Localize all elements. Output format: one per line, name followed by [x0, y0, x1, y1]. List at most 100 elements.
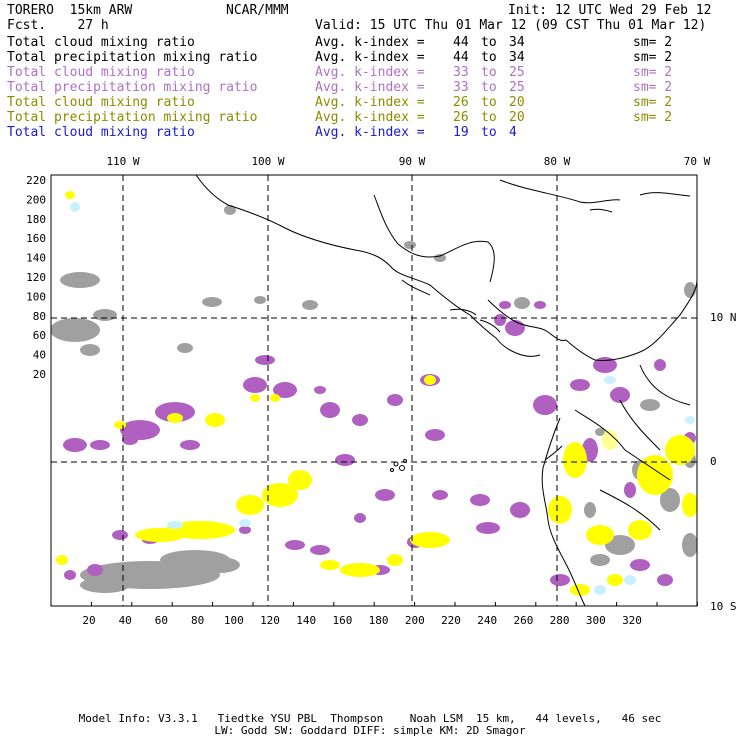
purple-cloud-patch: [657, 574, 673, 586]
x-tick-label: 120: [260, 614, 280, 627]
legend-sm: sm= 2: [633, 65, 673, 80]
gray-cloud-patch: [51, 318, 100, 342]
x-tick-label: 40: [119, 614, 132, 627]
purple-cloud-patch: [239, 526, 251, 534]
gray-cloud-patch: [177, 343, 193, 353]
legend-v2: 4: [509, 125, 517, 140]
south-america-coastline: [565, 279, 697, 361]
legend-v1: 19: [453, 125, 469, 140]
yellow-cloud-patch: [236, 495, 264, 515]
init-time: Init: 12 UTC Wed 29 Feb 12: [508, 3, 712, 18]
purple-cloud-patch: [499, 301, 511, 309]
light-blue-cloud-patch: [624, 575, 636, 585]
legend-to: to: [481, 125, 497, 140]
x-tick-label: 260: [513, 614, 533, 627]
purple-cloud-patch: [90, 440, 110, 450]
legend-to: to: [481, 35, 497, 50]
purple-cloud-patch: [550, 574, 570, 586]
yellow-cloud-patch: [114, 421, 126, 429]
purple-cloud-patch: [63, 438, 87, 452]
longitude-label: 110 W: [106, 155, 139, 168]
x-tick-label: 100: [224, 614, 244, 627]
legend-v2: 25: [509, 80, 525, 95]
x-tick-label: 280: [550, 614, 570, 627]
legend-v1: 44: [453, 50, 469, 65]
x-tick-label: 180: [369, 614, 389, 627]
x-tick-label: 320: [622, 614, 642, 627]
x-tick-label: 60: [155, 614, 168, 627]
legend-stat: Avg. k-index =: [315, 125, 425, 140]
x-tick-label: 300: [586, 614, 606, 627]
purple-cloud-patch: [505, 320, 525, 336]
legend-v1: 26: [453, 110, 469, 125]
legend-stat: Avg. k-index =: [315, 35, 425, 50]
x-tick-label: 200: [405, 614, 425, 627]
purple-cloud-patch: [112, 530, 128, 540]
purple-cloud-patch: [314, 386, 326, 394]
yellow-cloud-patch: [167, 413, 183, 423]
longitude-label: 70 W: [684, 155, 711, 168]
yellow-cloud-patch: [548, 496, 572, 524]
purple-cloud-patch: [654, 359, 666, 371]
purple-cloud-patch: [87, 564, 103, 576]
map-axes: 110 W 100 W 90 W 80 W 70 W 10 N 0 10 S 220 200 180…: [26, 155, 736, 627]
purple-cloud-patch: [494, 314, 506, 326]
forecast-map: 110 W 100 W 90 W 80 W 70 W 10 N 0 10 S 220 200 180…: [26, 155, 736, 627]
purple-cloud-patch: [255, 355, 275, 365]
purple-cloud-patch: [352, 414, 368, 426]
legend-to: to: [481, 110, 497, 125]
legend-name: Total cloud mixing ratio: [7, 95, 195, 110]
x-tick-label: 220: [441, 614, 461, 627]
x-tick-label: 240: [477, 614, 497, 627]
x-tick-label: 160: [332, 614, 352, 627]
yellow-cloud-patch: [205, 413, 225, 427]
y-tick-label: 80: [33, 310, 46, 323]
legend-v2: 25: [509, 65, 525, 80]
yellow-cloud-patch: [682, 493, 697, 517]
gray-cloud-patch: [682, 533, 697, 557]
purple-cloud-patch: [476, 522, 500, 534]
gray-cloud-patch: [302, 300, 318, 310]
galapagos-islands: [390, 459, 407, 472]
yellow-cloud-patch: [340, 563, 380, 577]
x-tick-label: 20: [82, 614, 95, 627]
gray-cloud-patch: [684, 282, 696, 298]
legend-to: to: [481, 65, 497, 80]
y-tick-label: 200: [26, 193, 46, 206]
legend-v1: 44: [453, 35, 469, 50]
legend-name: Total precipitation mixing ratio: [7, 50, 258, 65]
yellow-cloud-patch: [288, 470, 312, 490]
yellow-cloud-patch: [665, 435, 695, 465]
center-name: NCAR/MMM: [226, 3, 289, 18]
legend-sm: sm= 2: [633, 50, 673, 65]
x-tick-label: 80: [191, 614, 204, 627]
legend-v2: 20: [509, 110, 525, 125]
purple-cloud-patch: [425, 429, 445, 441]
legend-v1: 26: [453, 95, 469, 110]
purple-cloud-patch: [243, 377, 267, 393]
gray-cloud-patch: [254, 296, 266, 304]
yellow-cloud-patch: [410, 532, 450, 548]
longitude-label: 100 W: [251, 155, 284, 168]
purple-cloud-patch: [285, 540, 305, 550]
yucatan-coastline: [373, 194, 495, 283]
purple-cloud-patch: [310, 545, 330, 555]
purple-cloud-patch: [534, 301, 546, 309]
legend-name: Total precipitation mixing ratio: [7, 110, 258, 125]
yellow-cloud-patch: [320, 560, 340, 570]
y-tick-label: 180: [26, 213, 46, 226]
latitude-label: 10 N: [710, 311, 737, 324]
light-blue-cloud-patch: [604, 376, 616, 384]
purple-cloud-patch: [630, 559, 650, 571]
light-yellow-cloud-patch: [602, 430, 618, 450]
y-tick-label: 120: [26, 271, 46, 284]
hispaniola-outline: [639, 192, 691, 197]
legend-sm: sm= 2: [633, 110, 673, 125]
yellow-cloud-patch: [563, 442, 587, 478]
light-blue-cloud-patch: [594, 585, 606, 595]
legend-stat: Avg. k-index =: [315, 110, 425, 125]
purple-cloud-patch: [375, 489, 395, 501]
y-tick-label: 140: [26, 252, 46, 265]
gray-cloud-patch: [60, 272, 100, 288]
light-blue-cloud-patch: [167, 521, 183, 529]
